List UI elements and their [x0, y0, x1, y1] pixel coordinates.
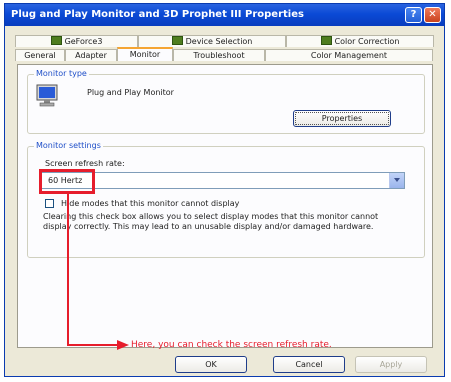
ok-button[interactable]: OK — [175, 356, 247, 373]
monitor-settings-legend: Monitor settings — [34, 141, 103, 150]
hide-modes-label: Hide modes that this monitor cannot disp… — [61, 199, 240, 208]
hide-modes-description: Clearing this check box allows you to se… — [43, 212, 379, 231]
tab-color-correction[interactable]: Color Correction — [286, 35, 434, 47]
hide-modes-checkbox[interactable] — [45, 199, 54, 208]
apply-button[interactable]: Apply — [355, 356, 427, 373]
refresh-rate-select[interactable]: 60 Hertz — [41, 172, 405, 189]
title-bar[interactable]: Plug and Play Monitor and 3D Prophet III… — [5, 4, 444, 26]
monitor-name: Plug and Play Monitor — [87, 88, 174, 97]
monitor-icon — [171, 36, 183, 45]
highlight-box-left — [39, 169, 42, 194]
tab-device-selection[interactable]: Device Selection — [138, 35, 286, 47]
highlight-box-right — [92, 169, 95, 194]
cancel-button[interactable]: Cancel — [273, 356, 345, 373]
annotation-line-horizontal — [67, 344, 119, 346]
tab-color-management[interactable]: Color Management — [265, 49, 433, 61]
properties-button[interactable]: Properties — [293, 110, 391, 127]
monitor-icon — [320, 36, 332, 45]
tab-troubleshoot[interactable]: Troubleshoot — [173, 49, 265, 61]
annotation-text: Here, you can check the screen refresh r… — [131, 340, 332, 350]
tab-general[interactable]: General — [15, 49, 65, 61]
window-title: Plug and Play Monitor and 3D Prophet III… — [11, 9, 304, 20]
tab-geforce3[interactable]: GeForce3 — [15, 35, 138, 47]
chevron-down-icon[interactable] — [389, 173, 404, 188]
monitor-icon — [50, 36, 62, 45]
help-button[interactable]: ? — [405, 7, 422, 23]
refresh-rate-value: 60 Hertz — [48, 176, 83, 185]
tab-monitor[interactable]: Monitor — [117, 47, 173, 61]
close-button[interactable]: ✕ — [424, 7, 441, 23]
monitor-type-legend: Monitor type — [34, 69, 89, 78]
arrow-right-icon — [117, 340, 129, 350]
highlight-box-top — [39, 169, 95, 172]
properties-dialog: Plug and Play Monitor and 3D Prophet III… — [4, 3, 445, 377]
annotation-line-vertical — [67, 194, 69, 346]
monitor-icon — [36, 84, 58, 107]
refresh-rate-label: Screen refresh rate: — [45, 159, 125, 168]
tab-adapter[interactable]: Adapter — [65, 49, 117, 61]
